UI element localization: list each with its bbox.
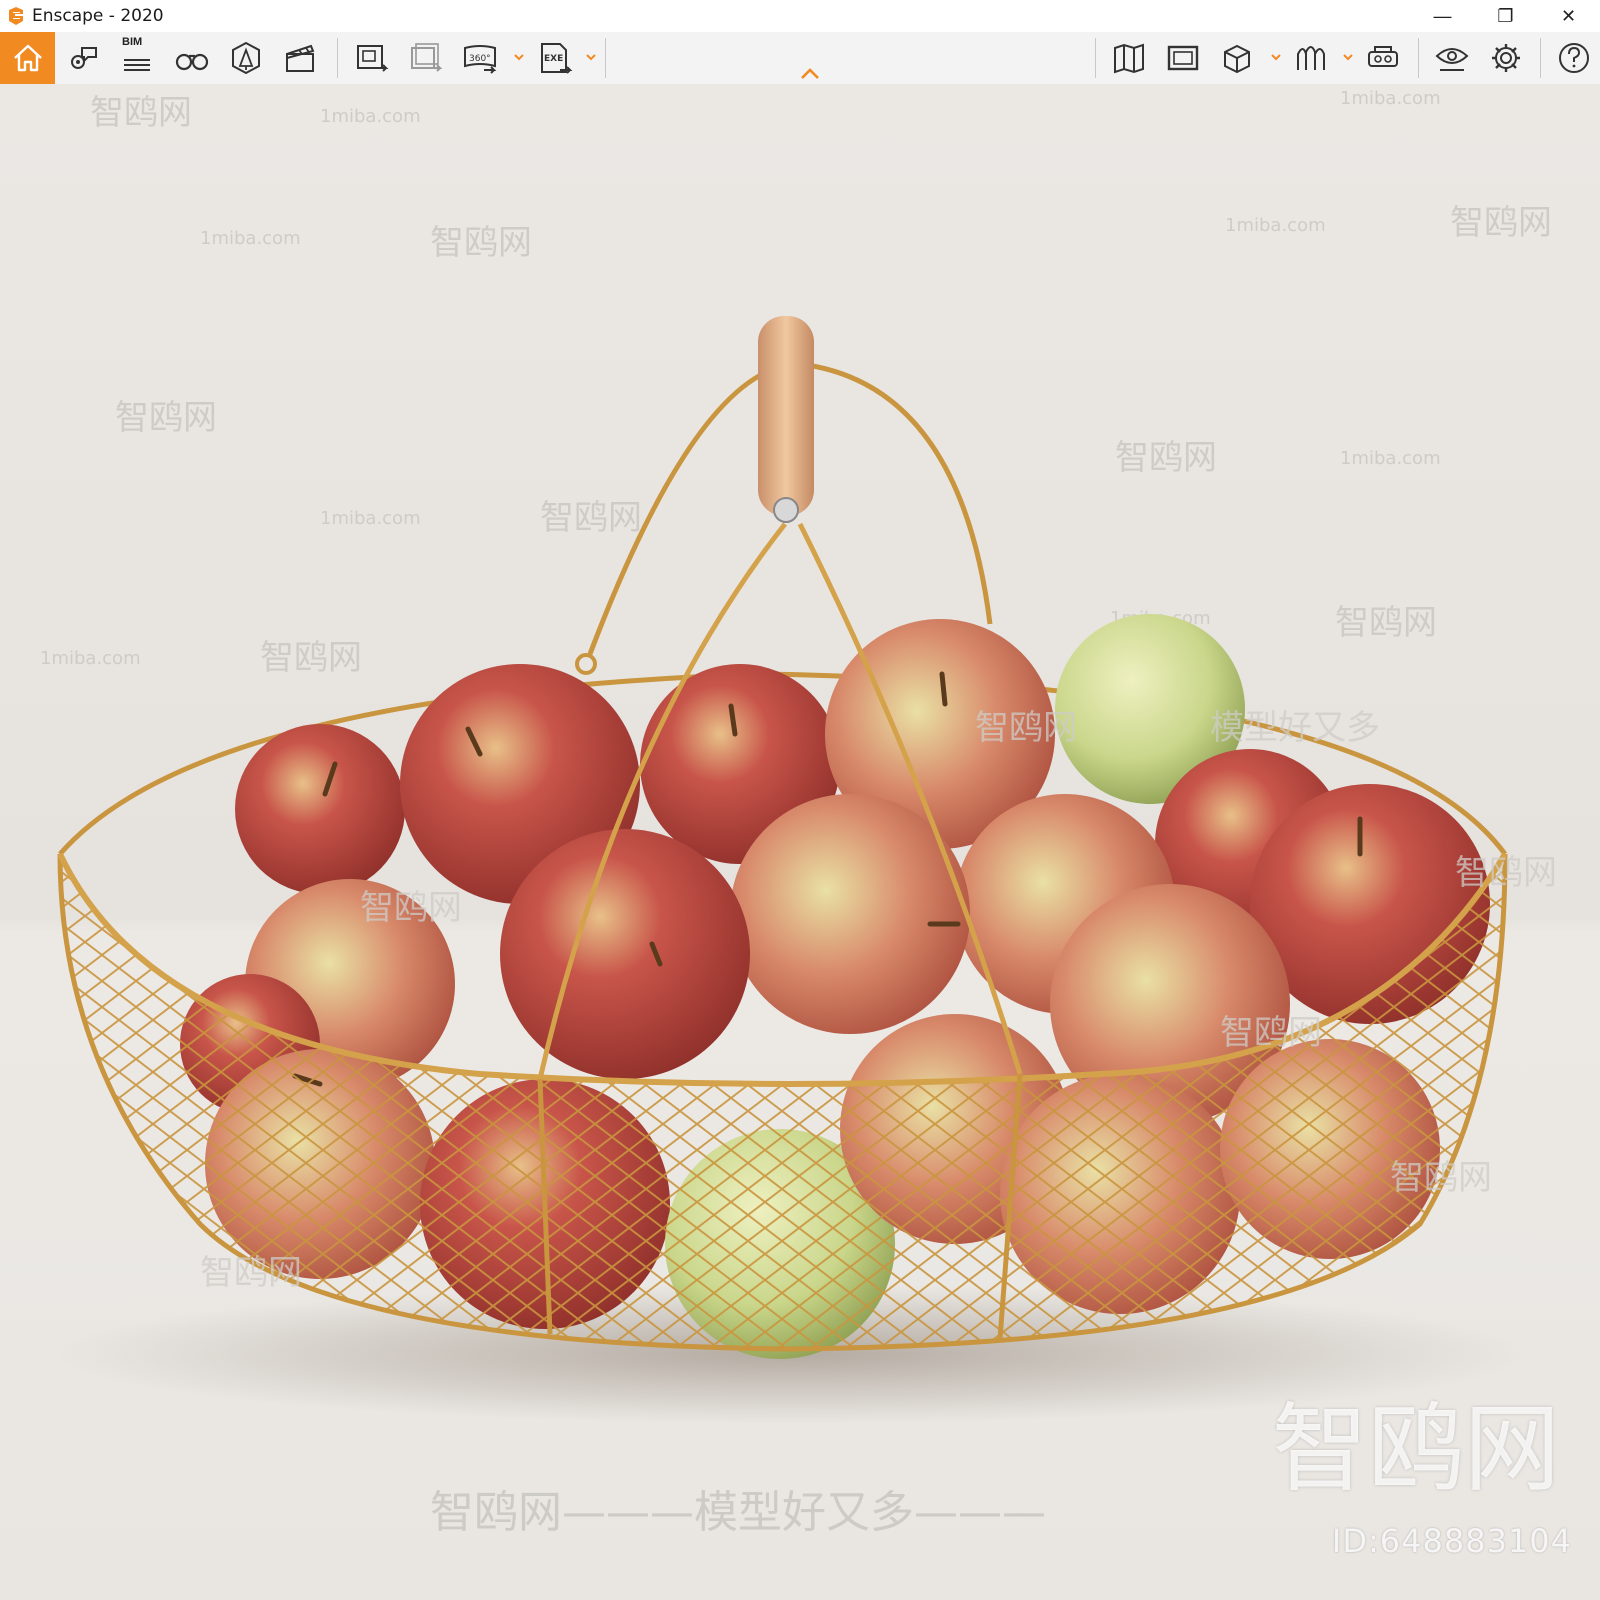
collapse-toolbar-icon[interactable]	[795, 64, 825, 84]
window-title: Enscape - 2020	[32, 6, 164, 26]
svg-text:智鸥网: 智鸥网	[430, 223, 532, 263]
svg-text:智鸥网: 智鸥网	[1390, 1158, 1492, 1198]
chevron-down-icon[interactable]	[1269, 50, 1283, 64]
toolbar-separator	[1095, 38, 1096, 78]
panorama-label: 360°	[469, 54, 491, 64]
settings-button[interactable]	[1480, 32, 1532, 84]
svg-text:智鸥网: 智鸥网	[1115, 438, 1217, 478]
asset-library-icon	[232, 41, 260, 75]
clapperboard-icon	[286, 44, 315, 72]
exe-label: EXE	[544, 54, 563, 64]
svg-text:1miba.com: 1miba.com	[200, 228, 301, 249]
bim-button[interactable]: BIM	[112, 32, 164, 84]
svg-text:1miba.com: 1miba.com	[1340, 448, 1441, 469]
svg-text:智鸥网: 智鸥网	[90, 93, 192, 133]
video-editor-button[interactable]	[274, 32, 326, 84]
title-bar: Enscape - 2020 — ❐ ✕	[0, 0, 1600, 32]
svg-text:1miba.com: 1miba.com	[320, 106, 421, 127]
export-exe-button[interactable]: EXE	[530, 32, 582, 84]
toolbar-separator	[337, 38, 338, 78]
binoculars-icon	[175, 53, 209, 71]
toolbar-separator	[1540, 38, 1541, 78]
brand-watermark: 智鸥网	[1272, 1393, 1560, 1505]
asset-library-button[interactable]	[220, 32, 272, 84]
panorama-button[interactable]: 360°	[454, 32, 506, 84]
chevron-down-icon[interactable]	[512, 50, 526, 64]
cube-icon	[1224, 44, 1250, 74]
vr-headset-icon	[1368, 46, 1398, 67]
svg-text:智鸥网: 智鸥网	[200, 1253, 302, 1293]
close-button[interactable]: ✕	[1537, 0, 1600, 32]
toolbar-separator	[1418, 38, 1419, 78]
screen-capture-icon	[1167, 45, 1199, 71]
batch-render-icon	[411, 43, 443, 72]
svg-text:智鸥网: 智鸥网	[260, 638, 362, 678]
help-button[interactable]	[1548, 32, 1600, 84]
export-exe-icon: EXE	[541, 43, 573, 74]
svg-text:智鸥网: 智鸥网	[1455, 853, 1557, 893]
visual-settings-button[interactable]	[1426, 32, 1478, 84]
svg-text:1miba.com: 1miba.com	[40, 648, 141, 669]
toolbar-separator	[605, 38, 606, 78]
svg-text:智鸥网: 智鸥网	[1450, 203, 1552, 243]
export-screenshot-icon	[357, 45, 389, 72]
chevron-down-icon[interactable]	[1341, 50, 1355, 64]
home-button[interactable]	[0, 32, 55, 84]
svg-text:智鸥网: 智鸥网	[1335, 603, 1437, 643]
bottom-watermark: 智鸥网———模型好又多———	[430, 1487, 1046, 1538]
panorama-360-icon: 360°	[464, 45, 497, 74]
location-button[interactable]	[58, 32, 110, 84]
restore-button[interactable]: ❐	[1474, 0, 1537, 32]
svg-text:1miba.com: 1miba.com	[1225, 215, 1326, 236]
image-id-watermark: ID:648883104	[1331, 1522, 1572, 1560]
map-icon	[1114, 43, 1144, 74]
render-viewport[interactable]: 1miba.com 1miba.com 1miba.com 1miba.com …	[0, 84, 1600, 1600]
view-cube-button[interactable]	[1211, 32, 1263, 84]
svg-text:智鸥网: 智鸥网	[975, 708, 1077, 748]
batch-render-button[interactable]	[400, 32, 452, 84]
svg-text:1miba.com: 1miba.com	[1340, 88, 1441, 109]
svg-text:智鸥网: 智鸥网	[360, 888, 462, 928]
help-icon	[1559, 43, 1589, 73]
enscape-logo-icon	[9, 7, 23, 25]
minimize-button[interactable]: —	[1411, 0, 1474, 32]
svg-text:智鸥网: 智鸥网	[540, 498, 642, 538]
svg-text:1miba.com: 1miba.com	[320, 508, 421, 529]
gear-icon	[1492, 44, 1520, 72]
chevron-down-icon[interactable]	[584, 50, 598, 64]
svg-text:模型好又多: 模型好又多	[1210, 708, 1380, 748]
atmosphere-button[interactable]	[1285, 32, 1337, 84]
map-button[interactable]	[1103, 32, 1155, 84]
svg-text:智鸥网: 智鸥网	[1220, 1013, 1322, 1053]
binoculars-button[interactable]	[166, 32, 218, 84]
atmosphere-icon	[1297, 46, 1325, 70]
bim-label: BIM	[122, 36, 143, 48]
home-icon	[13, 44, 42, 72]
export-image-button[interactable]	[346, 32, 398, 84]
eye-icon	[1435, 48, 1469, 71]
svg-text:智鸥网: 智鸥网	[115, 398, 217, 438]
vr-headset-button[interactable]	[1357, 32, 1409, 84]
capture-button[interactable]	[1157, 32, 1209, 84]
main-toolbar: BIM 360° EXE	[0, 32, 1600, 85]
map-pin-chat-icon	[71, 47, 97, 69]
